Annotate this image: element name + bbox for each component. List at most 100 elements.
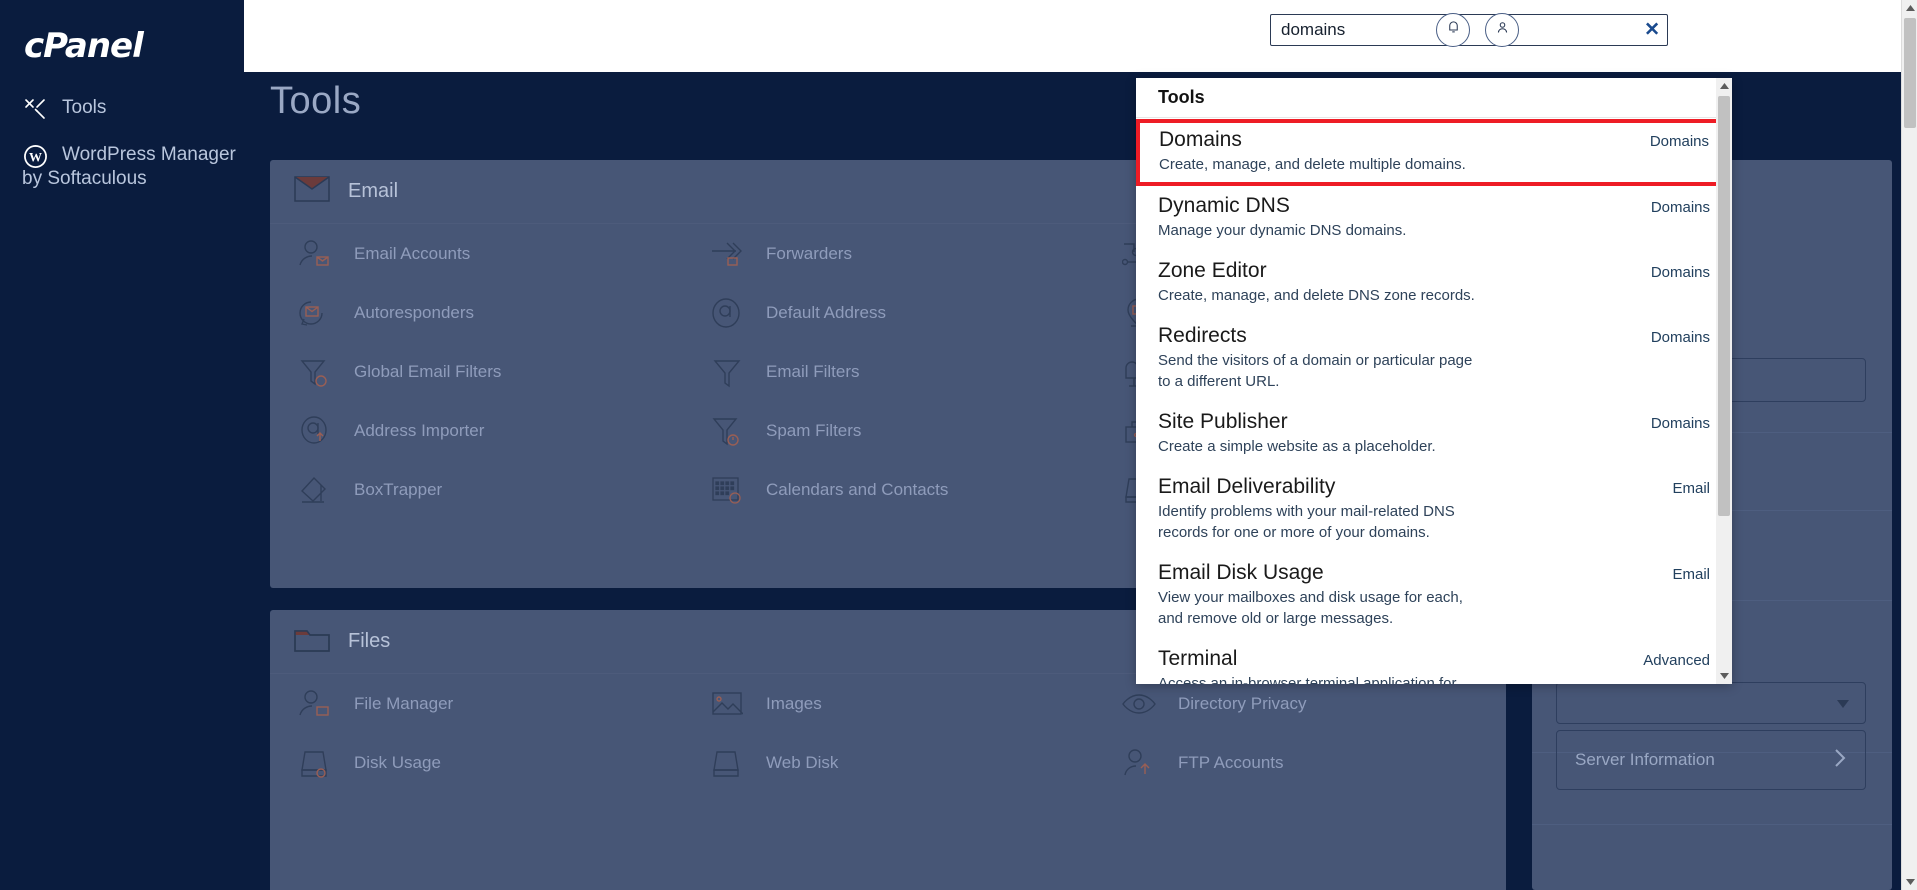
wordpress-icon: W bbox=[22, 143, 48, 169]
top-header: ✕ bbox=[244, 0, 1917, 72]
result-name: Dynamic DNS bbox=[1158, 194, 1290, 217]
user-mail-icon bbox=[294, 234, 336, 274]
image-icon bbox=[706, 684, 748, 724]
tool-label: Address Importer bbox=[354, 420, 485, 440]
funnel-alert-icon bbox=[706, 411, 748, 451]
search-result-terminal[interactable]: Terminal Advanced Access an in-browser t… bbox=[1136, 639, 1732, 684]
search-result-site-publisher[interactable]: Site Publisher Domains Create a simple w… bbox=[1136, 402, 1732, 467]
webdisk-icon bbox=[706, 743, 748, 783]
result-description: Access an in-browser terminal applicatio… bbox=[1158, 675, 1457, 684]
tool-autoresponders[interactable]: Autoresponders bbox=[270, 283, 682, 342]
tool-label: Email Accounts bbox=[354, 243, 471, 263]
user-folder-icon bbox=[294, 684, 336, 724]
tool-boxtrapper[interactable]: BoxTrapper bbox=[270, 460, 682, 519]
page-scrollbar[interactable] bbox=[1901, 0, 1917, 890]
tool-disk-usage[interactable]: Disk Usage bbox=[270, 733, 682, 792]
search-result-redirects[interactable]: Redirects Domains Send the visitors of a… bbox=[1136, 316, 1732, 402]
dropdown-scrollbar[interactable] bbox=[1716, 78, 1732, 684]
tool-row: Disk Usage Web Disk FTP Accounts bbox=[270, 733, 1506, 792]
tool-web-disk[interactable]: Web Disk bbox=[682, 733, 1094, 792]
tool-label: Default Address bbox=[766, 302, 887, 322]
funnel-globe-icon bbox=[294, 352, 336, 392]
result-description: Send the visitors of a domain or particu… bbox=[1158, 352, 1473, 390]
result-description: View your mailboxes and disk usage for e… bbox=[1158, 589, 1463, 627]
page-scroll-down-icon[interactable] bbox=[1902, 874, 1917, 890]
tool-default-address[interactable]: Default Address bbox=[682, 283, 1094, 342]
ftp-icon bbox=[1118, 743, 1160, 783]
user-icon bbox=[1495, 20, 1510, 40]
search-result-email-deliverability[interactable]: Email Deliverability Email Identify prob… bbox=[1136, 467, 1732, 553]
section-title: Files bbox=[348, 630, 391, 652]
cpanel-app: cPanel Tools W WordPress Manager by Soft… bbox=[0, 0, 1917, 890]
tool-label: Disk Usage bbox=[354, 752, 441, 772]
search-result-domains[interactable]: Domains Domains Create, manage, and dele… bbox=[1136, 119, 1732, 186]
tool-forwarders[interactable]: Forwarders bbox=[682, 224, 1094, 283]
cpanel-logo[interactable]: cPanel bbox=[24, 26, 144, 66]
wp-label-line1: WordPress Manager bbox=[62, 144, 236, 165]
result-description: Identify problems with your mail-related… bbox=[1158, 503, 1455, 541]
dropdown-scroll-thumb[interactable] bbox=[1718, 96, 1730, 516]
tool-label: Global Email Filters bbox=[354, 361, 502, 381]
tool-file-manager[interactable]: File Manager bbox=[270, 674, 682, 733]
tool-email-accounts[interactable]: Email Accounts bbox=[270, 224, 682, 283]
result-category: Advanced bbox=[1643, 652, 1710, 669]
tool-ftp-accounts[interactable]: FTP Accounts bbox=[1094, 733, 1506, 792]
triangle-up-icon[interactable] bbox=[1716, 78, 1732, 94]
tool-email-filters[interactable]: Email Filters bbox=[682, 342, 1094, 401]
arrow-forward-icon bbox=[706, 234, 748, 274]
tool-spam-filters[interactable]: Spam Filters bbox=[682, 401, 1094, 460]
triangle-down-icon[interactable] bbox=[1716, 668, 1732, 684]
disk-icon bbox=[294, 743, 336, 783]
page-scroll-up-icon[interactable] bbox=[1902, 0, 1917, 16]
tools-icon bbox=[22, 96, 48, 122]
tool-grid-files: File Manager Images Directory Privacy Di… bbox=[270, 674, 1506, 792]
caret-down-icon bbox=[1837, 693, 1849, 713]
tool-label: Email Filters bbox=[766, 361, 860, 381]
search-result-zone-editor[interactable]: Zone Editor Domains Create, manage, and … bbox=[1136, 251, 1732, 316]
sidebar-item-tools[interactable]: Tools bbox=[22, 96, 106, 122]
sidebar-item-label: Tools bbox=[62, 97, 107, 118]
tool-label: Web Disk bbox=[766, 752, 839, 772]
result-description: Manage your dynamic DNS domains. bbox=[1158, 222, 1407, 239]
at-import-icon bbox=[294, 411, 336, 451]
tool-address-importer[interactable]: Address Importer bbox=[270, 401, 682, 460]
result-description: Create, manage, and delete DNS zone reco… bbox=[1158, 287, 1475, 304]
envelope-icon bbox=[294, 175, 330, 208]
tool-label: Calendars and Contacts bbox=[766, 479, 949, 499]
result-description: Create, manage, and delete multiple doma… bbox=[1159, 156, 1466, 173]
result-category: Domains bbox=[1650, 329, 1710, 346]
server-information-row[interactable]: Server Information bbox=[1556, 730, 1866, 790]
sidebar: cPanel Tools W WordPress Manager by Soft… bbox=[0, 0, 244, 890]
page-scroll-thumb[interactable] bbox=[1904, 18, 1916, 128]
tool-label: Images bbox=[766, 693, 822, 713]
sidebar-item-wordpress-manager[interactable]: W WordPress Manager by Softaculous bbox=[22, 143, 237, 191]
notifications-button[interactable] bbox=[1436, 13, 1470, 47]
chevron-right-icon bbox=[1833, 748, 1847, 773]
result-description: Create a simple website as a placeholder… bbox=[1158, 438, 1436, 455]
search-result-dynamic-dns[interactable]: Dynamic DNS Domains Manage your dynamic … bbox=[1136, 186, 1732, 251]
clear-search-icon[interactable]: ✕ bbox=[1644, 21, 1660, 40]
result-category: Email bbox=[1672, 566, 1710, 583]
at-circle-icon bbox=[706, 293, 748, 333]
result-name: Redirects bbox=[1158, 324, 1247, 347]
sidebar-item-label: WordPress Manager by Softaculous bbox=[22, 143, 236, 191]
tool-label: Forwarders bbox=[766, 243, 852, 263]
tool-global-email-filters[interactable]: Global Email Filters bbox=[270, 342, 682, 401]
account-button[interactable] bbox=[1485, 13, 1519, 47]
tool-label: BoxTrapper bbox=[354, 479, 443, 499]
result-category: Domains bbox=[1650, 264, 1710, 281]
dropdown-title: Tools bbox=[1136, 78, 1732, 118]
tool-label: Spam Filters bbox=[766, 420, 862, 440]
server-information-label: Server Information bbox=[1575, 750, 1715, 769]
autoresponder-icon bbox=[294, 293, 336, 333]
tool-images[interactable]: Images bbox=[682, 674, 1094, 733]
right-panel-select[interactable] bbox=[1556, 682, 1866, 724]
result-name: Email Disk Usage bbox=[1158, 561, 1324, 584]
tool-calendars-and-contacts[interactable]: Calendars and Contacts bbox=[682, 460, 1094, 519]
folder-icon bbox=[294, 625, 330, 658]
result-name: Site Publisher bbox=[1158, 410, 1288, 433]
search-result-email-disk-usage[interactable]: Email Disk Usage Email View your mailbox… bbox=[1136, 553, 1732, 639]
tool-label: Autoresponders bbox=[354, 302, 475, 322]
funnel-icon bbox=[706, 352, 748, 392]
result-name: Terminal bbox=[1158, 647, 1238, 670]
